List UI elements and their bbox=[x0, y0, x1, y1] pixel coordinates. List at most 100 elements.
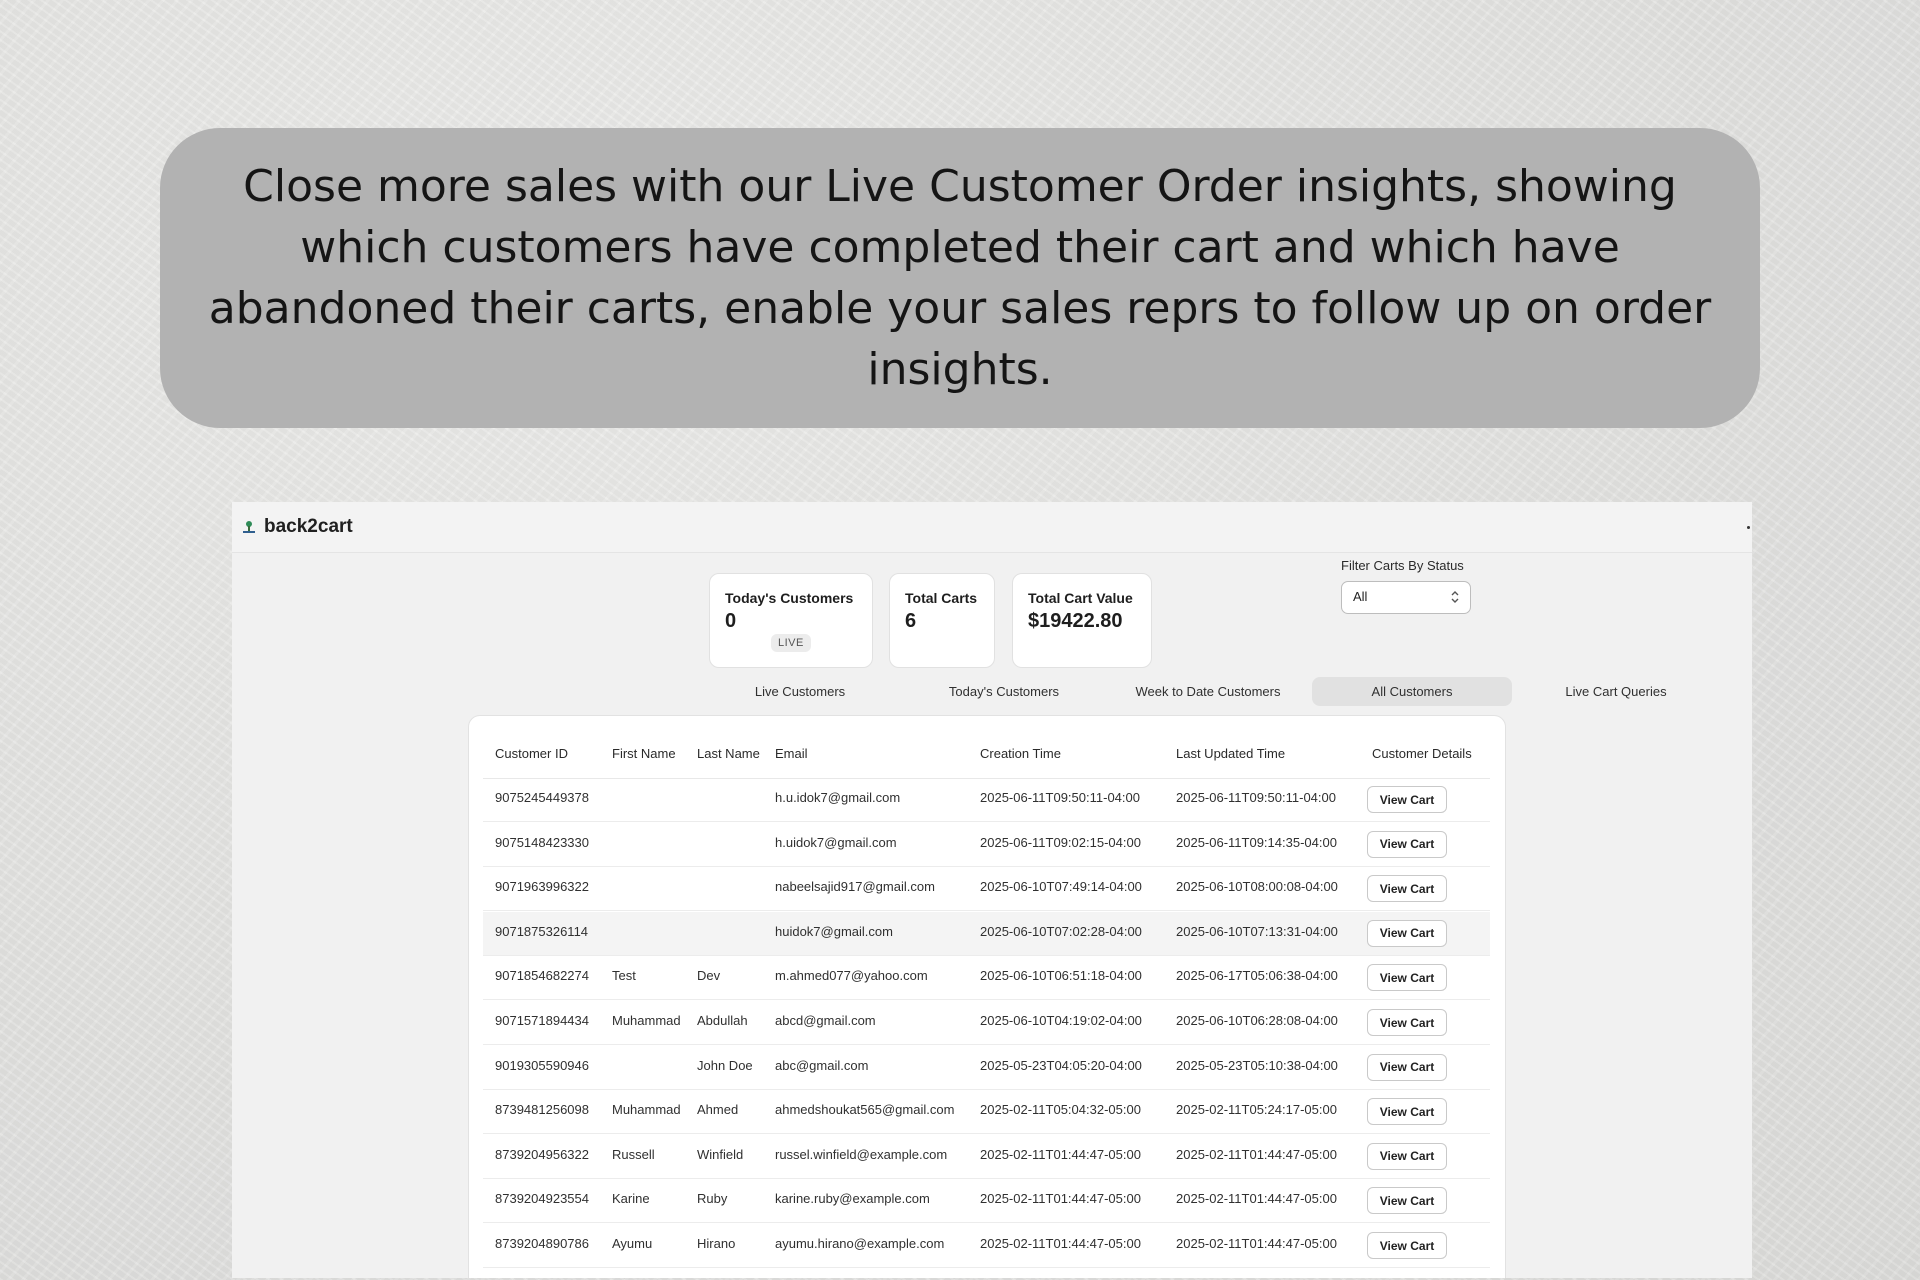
customer-id-cell: 8739481256098 bbox=[495, 1102, 589, 1118]
stat-label: Total Carts bbox=[905, 590, 978, 606]
customer-id-cell: 9071963996322 bbox=[495, 879, 589, 895]
view-cart-button[interactable]: View Cart bbox=[1367, 875, 1447, 903]
view-cart-button[interactable]: View Cart bbox=[1367, 1053, 1447, 1081]
creation-time-cell: 2025-06-10T07:49:14-04:00 bbox=[980, 879, 1142, 895]
customer-id-cell: 9071875326114 bbox=[495, 923, 589, 939]
column-header: Customer Details bbox=[1372, 746, 1472, 761]
customer-id-cell: 8739204923554 bbox=[495, 1191, 589, 1207]
tab-live-cart-queries[interactable]: Live Cart Queries bbox=[1516, 677, 1716, 706]
table-row: 9071854682274 Test Dev m.ahmed077@yahoo.com… bbox=[483, 956, 1490, 1001]
stat-label: Total Cart Value bbox=[1028, 590, 1133, 606]
table-row: 9075245449378 h.u.idok7@gmail.com 2025-06-… bbox=[483, 778, 1490, 822]
view-cart-button[interactable]: View Cart bbox=[1367, 964, 1447, 992]
stat-value: $19422.80 bbox=[1028, 610, 1123, 632]
menu-dot-icon[interactable] bbox=[1747, 526, 1750, 529]
last-updated-time-cell: 2025-06-17T05:06:38-04:00 bbox=[1176, 968, 1338, 984]
email-cell: abcd@gmail.com bbox=[775, 1013, 876, 1028]
creation-time-cell: 2025-06-11T09:50:11-04:00 bbox=[980, 790, 1140, 805]
last-updated-time-cell: 2025-02-11T01:44:47-05:00 bbox=[1176, 1146, 1337, 1162]
email-cell: ahmedshoukat565@gmail.com bbox=[775, 1102, 955, 1118]
customer-id-cell: 9075245449378 bbox=[495, 790, 589, 805]
column-header: Last Updated Time bbox=[1176, 746, 1286, 761]
customers-table: Customer ID First Name Last Name Email C… bbox=[468, 715, 1506, 1278]
email-cell: nabeelsajid917@gmail.com bbox=[775, 879, 935, 895]
table-row: 9071963996322 nabeelsajid917@gmail.com 202… bbox=[483, 867, 1490, 912]
creation-time-cell: 2025-06-10T04:19:02-04:00 bbox=[980, 1013, 1142, 1028]
table-row: 9071875326114 huidok7@gmail.com 2025-06-10… bbox=[483, 911, 1490, 956]
logo-icon bbox=[243, 521, 255, 533]
last-updated-time-cell: 2025-02-11T05:24:17-05:00 bbox=[1176, 1102, 1337, 1118]
status-filter-select[interactable]: All bbox=[1341, 581, 1471, 614]
creation-time-cell: 2025-06-10T07:02:28-04:00 bbox=[980, 923, 1142, 939]
view-cart-button[interactable]: View Cart bbox=[1367, 786, 1447, 813]
live-badge: LIVE bbox=[771, 634, 811, 652]
customer-id-cell: 9071571894434 bbox=[495, 1013, 589, 1028]
email-cell: russel.winfield@example.com bbox=[775, 1146, 948, 1162]
promo-text: Close more sales with our Live Customer … bbox=[208, 161, 1712, 395]
view-cart-button[interactable]: View Cart bbox=[1367, 1187, 1447, 1215]
stat-label: Today's Customers bbox=[725, 590, 854, 606]
view-cart-button[interactable]: View Cart bbox=[1367, 1142, 1447, 1170]
app-header: back2cart bbox=[232, 502, 1752, 553]
email-cell: h.u.idok7@gmail.com bbox=[775, 790, 901, 805]
last-name-cell: Abdullah bbox=[697, 1013, 748, 1028]
creation-time-cell: 2025-02-11T05:04:32-05:00 bbox=[980, 1102, 1141, 1118]
last-updated-time-cell: 2025-06-10T06:28:08-04:00 bbox=[1176, 1013, 1338, 1028]
view-cart-button[interactable]: View Cart bbox=[1367, 1232, 1447, 1259]
filter-selected-value: All bbox=[1353, 589, 1368, 604]
email-cell: huidok7@gmail.com bbox=[775, 923, 893, 939]
tab-all-customers[interactable]: All Customers bbox=[1312, 677, 1512, 706]
email-cell: ayumu.hirano@example.com bbox=[775, 1236, 945, 1251]
stat-value: 0 bbox=[725, 610, 737, 632]
creation-time-cell: 2025-06-10T06:51:18-04:00 bbox=[980, 968, 1142, 984]
table-header: Customer ID First Name Last Name Email C… bbox=[483, 734, 1490, 779]
first-name-cell: Ayumu bbox=[612, 1236, 653, 1251]
creation-time-cell: 2025-02-11T01:44:47-05:00 bbox=[980, 1236, 1141, 1251]
view-cart-button[interactable]: View Cart bbox=[1367, 1098, 1447, 1126]
last-name-cell: Winfield bbox=[697, 1146, 744, 1162]
stat-value: 6 bbox=[905, 610, 917, 632]
stat-card-todays-customers: Today's Customers 0 LIVE bbox=[709, 573, 873, 668]
promo-banner: Close more sales with our Live Customer … bbox=[160, 128, 1760, 428]
first-name-cell: Test bbox=[612, 968, 636, 984]
last-name-cell: John Doe bbox=[697, 1057, 753, 1073]
last-updated-time-cell: 2025-06-11T09:14:35-04:00 bbox=[1176, 834, 1337, 850]
column-header: Customer ID bbox=[495, 746, 568, 761]
last-name-cell: Hirano bbox=[697, 1236, 736, 1251]
stat-card-total-carts: Total Carts 6 bbox=[889, 573, 995, 668]
tab-live-customers[interactable]: Live Customers bbox=[700, 677, 900, 706]
table-row: 9071571894434 Muhammad Abdullah abcd@gmail.… bbox=[483, 1001, 1490, 1045]
customer-id-cell: 9075148423330 bbox=[495, 834, 589, 850]
customer-id-cell: 9071854682274 bbox=[495, 968, 589, 984]
creation-time-cell: 2025-02-11T01:44:47-05:00 bbox=[980, 1146, 1141, 1162]
tab-todays-customers[interactable]: Today's Customers bbox=[904, 677, 1104, 706]
customer-tabs: Live Customers Today's Customers Week to… bbox=[700, 677, 1717, 707]
customer-id-cell: 9019305590946 bbox=[495, 1057, 589, 1073]
column-header: Email bbox=[775, 746, 808, 761]
view-cart-button[interactable]: View Cart bbox=[1367, 830, 1447, 858]
last-name-cell: Ruby bbox=[697, 1191, 728, 1207]
column-header: Creation Time bbox=[980, 746, 1061, 761]
last-updated-time-cell: 2025-02-11T01:44:47-05:00 bbox=[1176, 1191, 1337, 1207]
email-cell: karine.ruby@example.com bbox=[775, 1191, 930, 1207]
last-name-cell: Dev bbox=[697, 968, 721, 984]
last-updated-time-cell: 2025-02-11T01:44:47-05:00 bbox=[1176, 1236, 1337, 1251]
tab-week-to-date-customers[interactable]: Week to Date Customers bbox=[1108, 677, 1308, 706]
column-header: First Name bbox=[612, 746, 676, 761]
table-row: 8739204923554 Karine Ruby karine.ruby@examp… bbox=[483, 1179, 1490, 1224]
stat-card-total-cart-value: Total Cart Value $19422.80 bbox=[1012, 573, 1152, 668]
last-updated-time-cell: 2025-06-10T08:00:08-04:00 bbox=[1176, 879, 1338, 895]
customer-id-cell: 8739204890786 bbox=[495, 1236, 589, 1251]
last-updated-time-cell: 2025-06-11T09:50:11-04:00 bbox=[1176, 790, 1336, 805]
first-name-cell: Muhammad bbox=[612, 1102, 681, 1118]
first-name-cell: Muhammad bbox=[612, 1013, 681, 1028]
last-name-cell: Ahmed bbox=[697, 1102, 739, 1118]
filter-label: Filter Carts By Status bbox=[1341, 558, 1464, 573]
first-name-cell: Russell bbox=[612, 1146, 655, 1162]
app-window: back2cart Today's Customers 0 LIVE Total… bbox=[232, 502, 1752, 1278]
customer-id-cell: 8739204956322 bbox=[495, 1146, 589, 1162]
view-cart-button[interactable]: View Cart bbox=[1367, 919, 1447, 947]
email-cell: abc@gmail.com bbox=[775, 1057, 869, 1073]
creation-time-cell: 2025-05-23T04:05:20-04:00 bbox=[980, 1057, 1142, 1073]
view-cart-button[interactable]: View Cart bbox=[1367, 1009, 1447, 1036]
